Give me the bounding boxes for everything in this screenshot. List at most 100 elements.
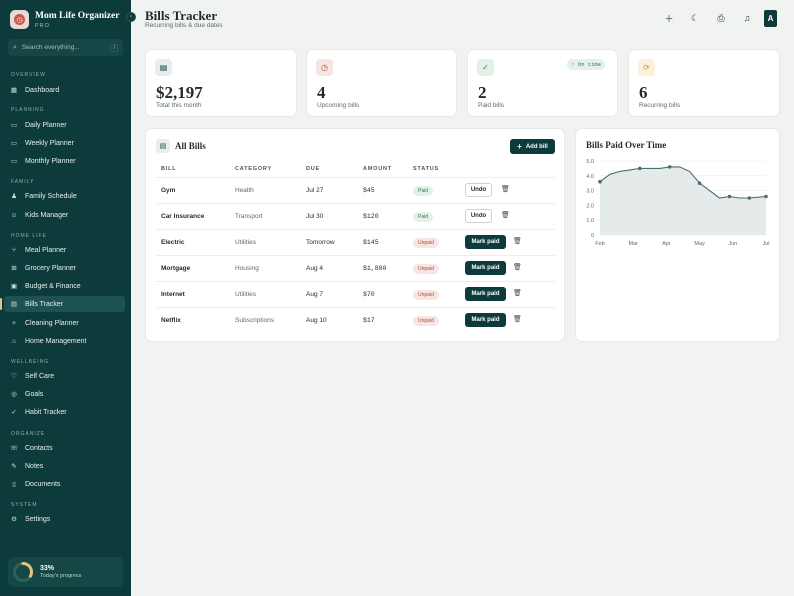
- file-icon: ▯: [12, 481, 16, 488]
- sidebar-item-label: Meal Planner: [25, 246, 67, 254]
- undo-button[interactable]: Undo: [465, 209, 492, 223]
- collapse-sidebar-button[interactable]: ‹: [126, 12, 136, 22]
- progress-percent: 33%: [40, 565, 55, 572]
- mark-paid-button[interactable]: Mark paid: [465, 235, 506, 249]
- sidebar-item-label: Family Schedule: [25, 192, 77, 200]
- search-input[interactable]: [21, 44, 102, 51]
- bill-name: Car Insurance: [161, 213, 205, 220]
- heart-icon: ♡: [11, 373, 17, 380]
- stat-label: Recurring bills: [639, 102, 681, 109]
- avatar[interactable]: A: [764, 9, 777, 27]
- sidebar-item-family-schedule[interactable]: ♟ Family Schedule: [4, 188, 125, 204]
- add-icon[interactable]: ＋: [660, 9, 678, 27]
- mark-paid-button[interactable]: Mark paid: [465, 287, 506, 301]
- sidebar-item-budget-finance[interactable]: ▣ Budget & Finance: [4, 278, 125, 294]
- delete-icon[interactable]: 🗑: [513, 289, 522, 297]
- series-area: [600, 166, 766, 235]
- notifications-icon[interactable]: ♫: [738, 9, 756, 27]
- table-row: Gym Health Jul 27 $45 Paid Undo 🗑: [156, 177, 555, 203]
- delete-icon[interactable]: 🗑: [513, 263, 522, 271]
- sidebar: ◷ Mom Life Organizer PRO ⌕ / OVERVIEW ▦ Da…: [0, 0, 131, 596]
- sidebar-item-weekly-planner[interactable]: ▭ Weekly Planner: [4, 135, 125, 151]
- sidebar-item-daily-planner[interactable]: ▭ Daily Planner: [4, 117, 125, 133]
- sidebar-section-label: WELLBEING: [11, 359, 50, 365]
- y-tick-label: 5.0: [586, 159, 594, 165]
- top-actions: ＋ ☾ ⎙ ♫ A: [652, 9, 777, 27]
- bill-name: Gym: [161, 187, 176, 194]
- column-header: CATEGORY: [235, 166, 272, 172]
- app-logo: ◷: [10, 10, 29, 29]
- y-tick-label: 0: [591, 233, 594, 239]
- sidebar-item-goals[interactable]: ◎ Goals: [4, 386, 125, 402]
- theme-toggle-icon[interactable]: ☾: [686, 9, 704, 27]
- sidebar-item-monthly-planner[interactable]: ▭ Monthly Planner: [4, 153, 125, 169]
- column-header: STATUS: [413, 166, 439, 172]
- delete-icon[interactable]: 🗑: [501, 185, 510, 193]
- bill-due: Aug 4: [306, 265, 323, 272]
- sidebar-item-cleaning-planner[interactable]: ✧ Cleaning Planner: [4, 315, 125, 331]
- data-point: [727, 194, 732, 199]
- sidebar-section-label: PLANNING: [11, 107, 45, 113]
- stat-label: Total this month: [156, 102, 202, 109]
- bills-paid-chart: 5.0 4.0 3.0 2.0 1.0 0Feb Mar Apr May Jun Jul: [586, 159, 769, 247]
- check-icon: ✓: [477, 59, 494, 76]
- delete-icon[interactable]: 🗑: [513, 237, 522, 245]
- progress-card: 33% Today's progress: [8, 557, 123, 587]
- sidebar-item-home-management[interactable]: ⌂ Home Management: [4, 333, 125, 349]
- sidebar-item-kids-manager[interactable]: ☺ Kids Manager: [4, 207, 125, 223]
- check-icon: ✓: [11, 409, 17, 416]
- data-point: [667, 165, 672, 169]
- status-badge: Unpaid: [413, 264, 439, 274]
- gear-icon: ⚙: [11, 516, 17, 523]
- undo-button[interactable]: Undo: [465, 183, 492, 197]
- wallet-icon: ▣: [10, 283, 18, 290]
- print-icon[interactable]: ⎙: [712, 9, 730, 27]
- mark-paid-button[interactable]: Mark paid: [465, 313, 506, 327]
- brand[interactable]: ◷ Mom Life Organizer PRO: [10, 10, 119, 29]
- x-tick-label: Feb: [595, 241, 604, 247]
- sidebar-item-documents[interactable]: ▯ Documents: [4, 476, 125, 492]
- bill-amount: $45: [363, 187, 375, 194]
- grid-icon: ▦: [10, 87, 18, 94]
- table-row: Electric Utilities Tomorrow $145 Unpaid Mark …: [156, 229, 555, 255]
- data-point: [747, 196, 752, 200]
- calendar-icon: ▭: [10, 158, 18, 165]
- bill-name: Mortgage: [161, 265, 191, 272]
- sidebar-item-label: Budget & Finance: [25, 282, 81, 290]
- add-bill-button[interactable]: + Add bill: [510, 139, 555, 154]
- sidebar-item-notes[interactable]: ✎ Notes: [4, 458, 125, 474]
- sidebar-section-label: ORGANIZE: [11, 431, 46, 437]
- table-row: Car Insurance Transport Jul 30 $120 Paid Undo…: [156, 203, 555, 229]
- sidebar-item-grocery-planner[interactable]: ⊞ Grocery Planner: [4, 260, 125, 276]
- bill-name: Electric: [161, 239, 185, 246]
- sidebar-item-label: Habit Tracker: [25, 408, 67, 416]
- bills-panel-title: All Bills: [175, 141, 206, 151]
- sidebar-item-self-care[interactable]: ♡ Self Care: [4, 368, 125, 384]
- sidebar-item-meal-planner[interactable]: ⑂ Meal Planner: [4, 242, 125, 258]
- bill-category: Utilities: [235, 239, 256, 246]
- sidebar-item-label: Daily Planner: [25, 121, 67, 129]
- data-point: [598, 179, 602, 184]
- status-badge: Unpaid: [413, 238, 439, 248]
- sidebar-item-dashboard[interactable]: ▦ Dashboard: [4, 82, 125, 98]
- search-icon: ⌕: [13, 43, 17, 51]
- sidebar-item-label: Grocery Planner: [25, 264, 76, 272]
- receipt-icon: ▤: [10, 301, 18, 308]
- users-icon: ♟: [11, 193, 17, 200]
- stat-label: Paid bills: [478, 102, 505, 109]
- cart-icon: ⊞: [11, 265, 17, 272]
- sidebar-item-bills-tracker[interactable]: ▤ Bills Tracker: [0, 296, 125, 312]
- bill-due: Jul 27: [306, 187, 324, 194]
- column-header: DUE: [306, 166, 321, 172]
- sidebar-item-label: Dashboard: [25, 86, 60, 94]
- delete-icon[interactable]: 🗑: [501, 211, 510, 219]
- sidebar-item-habit-tracker[interactable]: ✓ Habit Tracker: [4, 404, 125, 420]
- mark-paid-button[interactable]: Mark paid: [465, 261, 506, 275]
- delete-icon[interactable]: 🗑: [513, 315, 522, 323]
- sidebar-item-contacts[interactable]: ☏ Contacts: [4, 440, 125, 456]
- search-box[interactable]: ⌕ /: [8, 39, 123, 56]
- bill-category: Utilities: [235, 291, 256, 298]
- bill-name: Netflix: [161, 317, 181, 324]
- sidebar-item-settings[interactable]: ⚙ Settings: [4, 511, 125, 527]
- on-time-label: On time: [577, 61, 601, 68]
